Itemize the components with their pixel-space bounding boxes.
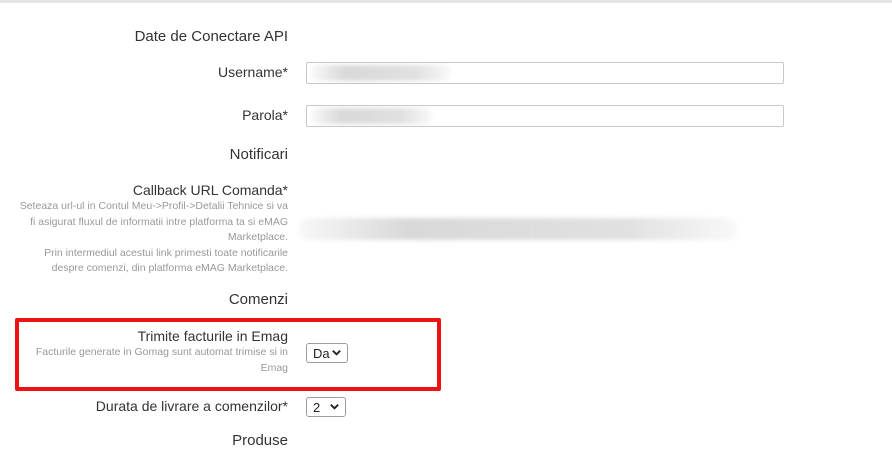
callback-url-help-line2: Prin intermediul acestui link primesti t…	[44, 246, 288, 275]
delivery-duration-selected: 2	[313, 399, 321, 415]
redacted-password	[311, 108, 433, 124]
chevron-down-icon	[330, 404, 339, 410]
redacted-username	[311, 65, 451, 81]
username-label: Username*	[217, 64, 288, 80]
section-title-api: Date de Conectare API	[134, 28, 288, 45]
top-border	[0, 0, 892, 3]
callback-url-label: Callback URL Comanda*	[132, 182, 288, 198]
section-title-notifications: Notificari	[229, 146, 288, 163]
highlight-box	[15, 318, 441, 391]
password-label: Parola*	[242, 107, 288, 123]
section-title-products: Produse	[232, 432, 288, 449]
delivery-duration-label: Durata de livrare a comenzilor*	[95, 398, 288, 414]
password-input[interactable]	[306, 105, 784, 127]
username-input[interactable]	[306, 62, 784, 84]
delivery-duration-select[interactable]: 2	[306, 397, 346, 417]
callback-url-value[interactable]	[298, 218, 738, 240]
callback-url-help-line1: Seteaza url-ul in Contul Meu->Profil->De…	[19, 200, 288, 243]
callback-url-help: Seteaza url-ul in Contul Meu->Profil->De…	[18, 199, 288, 277]
section-title-orders: Comenzi	[228, 291, 288, 308]
